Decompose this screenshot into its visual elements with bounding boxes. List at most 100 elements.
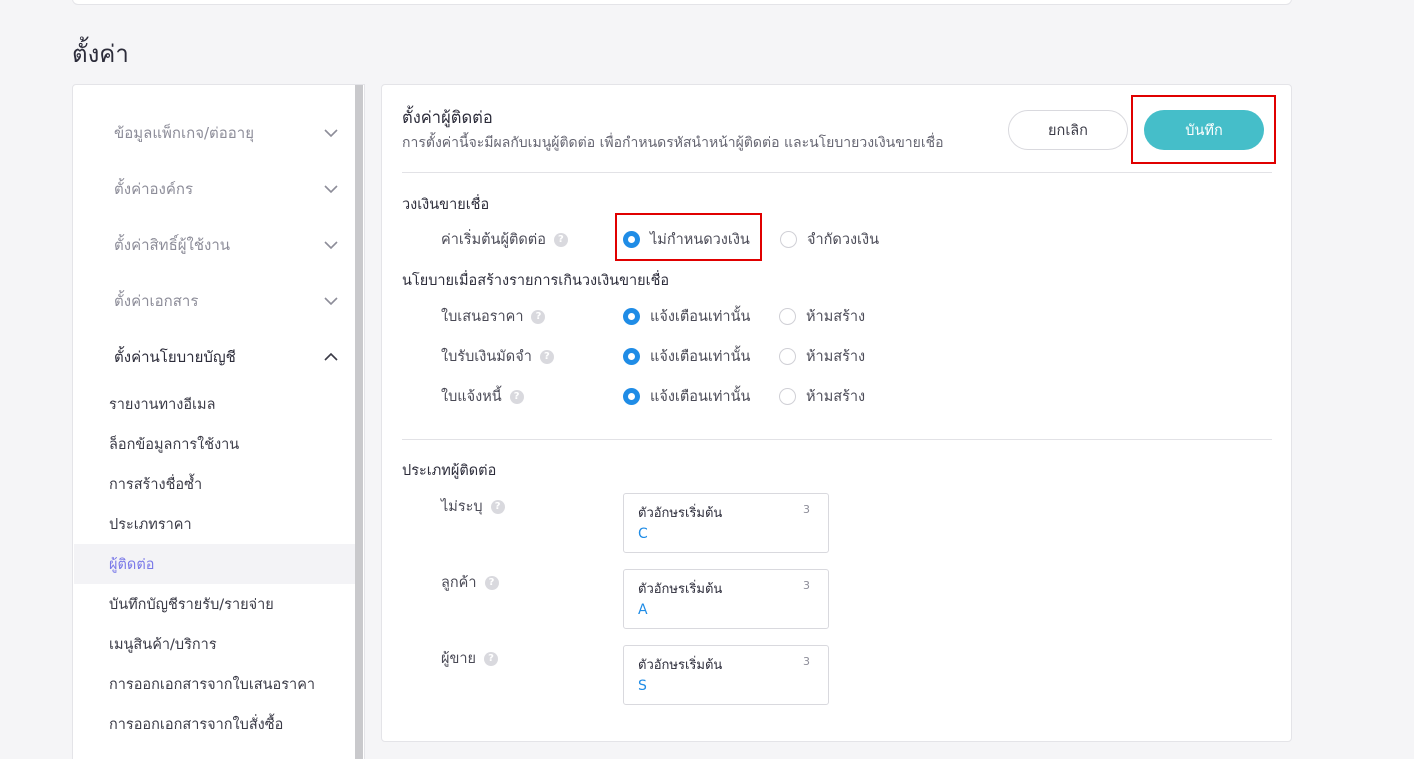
prefix-field-label: ตัวอักษรเริ่มต้น: [638, 658, 723, 673]
help-icon[interactable]: ?: [509, 389, 524, 404]
radio-label: ห้ามสร้าง: [806, 309, 866, 325]
sidebar-item-income-expense[interactable]: บันทึกบัญชีรายรับ/รายจ่าย: [74, 584, 356, 624]
chevron-down-icon: [323, 237, 339, 253]
radio-quotation-warn[interactable]: แจ้งเตือนเท่านั้น: [623, 305, 750, 328]
sidebar-scrollbar[interactable]: [355, 85, 363, 759]
row-label-text: ไม่ระบุ: [441, 499, 483, 515]
sidebar-group-package[interactable]: ข้อมูลแพ็กเกจ/ต่ออายุ: [114, 121, 339, 145]
radio-label: แจ้งเตือนเท่านั้น: [650, 349, 751, 365]
contact-settings-panel: ตั้งค่าผู้ติดต่อ การตั้งค่านี้จะมีผลกับเ…: [381, 84, 1292, 742]
sidebar-item-label: การออกเอกสารจากใบสั่งซื้อ: [109, 716, 284, 733]
radio-label: ไม่กำหนดวงเงิน: [650, 232, 750, 248]
row-label-text: ผู้ขาย: [441, 651, 477, 667]
sidebar-item-docs-from-quotation[interactable]: การออกเอกสารจากใบเสนอราคา: [74, 664, 356, 704]
radio-deposit-warn[interactable]: แจ้งเตือนเท่านั้น: [623, 345, 750, 368]
divider: [402, 172, 1272, 173]
divider: [402, 439, 1272, 440]
customer-prefix-field[interactable]: ตัวอักษรเริ่มต้น 3 A: [623, 569, 829, 629]
radio-no-limit[interactable]: ไม่กำหนดวงเงิน: [623, 228, 750, 251]
sidebar-group-label: ตั้งค่าสิทธิ์ผู้ใช้งาน: [114, 236, 231, 254]
row-label-text: ใบเสนอราคา: [441, 309, 524, 325]
radio-unselected-icon: [779, 388, 796, 405]
help-icon[interactable]: ?: [484, 575, 499, 590]
chevron-down-icon: [323, 181, 339, 197]
radio-label: แจ้งเตือนเท่านั้น: [650, 389, 751, 405]
sidebar-item-products-services[interactable]: เมนูสินค้า/บริการ: [74, 624, 356, 664]
prefix-max-length: 3: [803, 655, 810, 668]
help-icon[interactable]: ?: [531, 309, 546, 324]
sidebar-item-usage-log[interactable]: ล็อกข้อมูลการใช้งาน: [74, 424, 356, 464]
prefix-field-label: ตัวอักษรเริ่มต้น: [638, 506, 723, 521]
sidebar-group-label: ตั้งค่าองค์กร: [114, 180, 194, 198]
prefix-field-label: ตัวอักษรเริ่มต้น: [638, 582, 723, 597]
prefix-value[interactable]: S: [638, 678, 647, 694]
radio-label: ห้ามสร้าง: [806, 389, 866, 405]
sidebar-group-accounting-policy[interactable]: ตั้งค่านโยบายบัญชี: [114, 345, 339, 369]
customer-row-label: ลูกค้า ?: [441, 571, 499, 594]
radio-invoice-warn[interactable]: แจ้งเตือนเท่านั้น: [623, 385, 750, 408]
default-contact-row-label: ค่าเริ่มต้นผู้ติดต่อ ?: [441, 228, 568, 251]
sidebar-item-label: การสร้างชื่อซ้ำ: [109, 476, 203, 493]
chevron-down-icon: [323, 293, 339, 309]
radio-unselected-icon: [779, 348, 796, 365]
unspecified-prefix-field[interactable]: ตัวอักษรเริ่มต้น 3 C: [623, 493, 829, 553]
cancel-button[interactable]: ยกเลิก: [1008, 110, 1128, 150]
radio-label: ห้ามสร้าง: [806, 349, 866, 365]
prefix-value[interactable]: C: [638, 526, 648, 542]
radio-limit[interactable]: จำกัดวงเงิน: [780, 228, 879, 251]
sidebar-group-label: ตั้งค่านโยบายบัญชี: [114, 348, 236, 366]
sidebar-item-label: บันทึกบัญชีรายรับ/รายจ่าย: [109, 596, 274, 613]
radio-label: แจ้งเตือนเท่านั้น: [650, 309, 751, 325]
sidebar-item-label: การออกเอกสารจากใบเสนอราคา: [109, 676, 316, 693]
sidebar-item-label: ประเภทราคา: [109, 516, 192, 533]
sidebar-item-email-report[interactable]: รายงานทางอีเมล: [74, 384, 356, 424]
page-title: ตั้งค่า: [72, 40, 129, 68]
help-icon[interactable]: ?: [539, 349, 554, 364]
sidebar-item-label: เมนูสินค้า/บริการ: [109, 636, 217, 653]
sidebar-group-user-permissions[interactable]: ตั้งค่าสิทธิ์ผู้ใช้งาน: [114, 233, 339, 257]
credit-limit-title: วงเงินขายเชื่อ: [402, 197, 490, 213]
save-button[interactable]: บันทึก: [1144, 110, 1264, 150]
sidebar-group-label: ตั้งค่าเอกสาร: [114, 292, 199, 310]
sidebar-item-label: รายงานทางอีเมล: [109, 396, 216, 413]
prefix-value[interactable]: A: [638, 602, 648, 618]
radio-label: จำกัดวงเงิน: [807, 232, 880, 248]
radio-invoice-block[interactable]: ห้ามสร้าง: [779, 385, 865, 408]
help-icon[interactable]: ?: [490, 499, 505, 514]
panel-title: ตั้งค่าผู้ติดต่อ: [402, 108, 493, 127]
vendor-prefix-field[interactable]: ตัวอักษรเริ่มต้น 3 S: [623, 645, 829, 705]
row-label-text: ค่าเริ่มต้นผู้ติดต่อ: [441, 232, 546, 248]
invoice-row-label: ใบแจ้งหนี้ ?: [441, 385, 524, 408]
sidebar-group-documents[interactable]: ตั้งค่าเอกสาร: [114, 289, 339, 313]
sidebar-item-label: ผู้ติดต่อ: [109, 556, 155, 573]
over-limit-policy-title: นโยบายเมื่อสร้างรายการเกินวงเงินขายเชื่อ: [402, 273, 670, 289]
sidebar-item-duplicate-names[interactable]: การสร้างชื่อซ้ำ: [74, 464, 356, 504]
prefix-max-length: 3: [803, 579, 810, 592]
vendor-row-label: ผู้ขาย ?: [441, 647, 499, 670]
sidebar-group-label: ข้อมูลแพ็กเกจ/ต่ออายุ: [114, 124, 255, 142]
radio-selected-icon: [623, 308, 640, 325]
sidebar-item-price-types[interactable]: ประเภทราคา: [74, 504, 356, 544]
panel-description: การตั้งค่านี้จะมีผลกับเมนูผู้ติดต่อ เพื่…: [402, 135, 944, 151]
sidebar-item-label: ล็อกข้อมูลการใช้งาน: [109, 436, 240, 453]
chevron-down-icon: [323, 125, 339, 141]
unspecified-row-label: ไม่ระบุ ?: [441, 495, 505, 518]
help-icon[interactable]: ?: [484, 651, 499, 666]
top-card: [72, 0, 1292, 5]
radio-unselected-icon: [780, 231, 797, 248]
deposit-receipt-row-label: ใบรับเงินมัดจำ ?: [441, 345, 554, 368]
radio-deposit-block[interactable]: ห้ามสร้าง: [779, 345, 865, 368]
row-label-text: ใบแจ้งหนี้: [441, 389, 502, 405]
radio-selected-icon: [623, 388, 640, 405]
radio-selected-icon: [623, 348, 640, 365]
sidebar-item-contacts[interactable]: ผู้ติดต่อ: [74, 544, 356, 584]
chevron-up-icon: [323, 349, 339, 365]
sidebar: ข้อมูลแพ็กเกจ/ต่ออายุ ตั้งค่าองค์กร ตั้ง…: [72, 84, 365, 759]
radio-quotation-block[interactable]: ห้ามสร้าง: [779, 305, 865, 328]
row-label-text: ลูกค้า: [441, 575, 477, 591]
prefix-max-length: 3: [803, 503, 810, 516]
quotation-row-label: ใบเสนอราคา ?: [441, 305, 546, 328]
help-icon[interactable]: ?: [553, 232, 568, 247]
sidebar-item-docs-from-po[interactable]: การออกเอกสารจากใบสั่งซื้อ: [74, 704, 356, 744]
sidebar-group-organization[interactable]: ตั้งค่าองค์กร: [114, 177, 339, 201]
